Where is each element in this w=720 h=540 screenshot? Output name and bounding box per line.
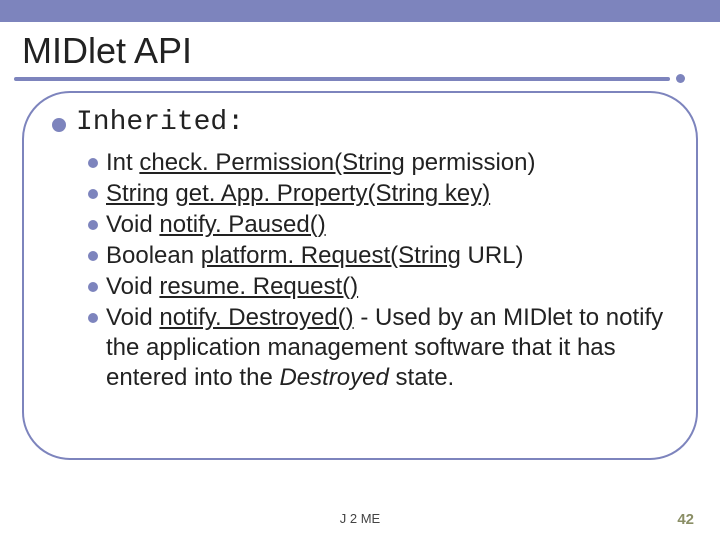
list-item-text: Void notify. Paused() — [106, 210, 326, 240]
list-item: Int check. Permission(String permission) — [88, 148, 668, 178]
list-item: Boolean platform. Request(String URL) — [88, 241, 668, 271]
list-item-text: Void resume. Request() — [106, 272, 358, 302]
method-list: Int check. Permission(String permission)… — [88, 148, 668, 393]
slide-title: MIDlet API — [0, 22, 720, 74]
list-item-text: String get. App. Property(String key) — [106, 179, 490, 209]
bullet-icon — [88, 251, 98, 261]
bullet-icon — [88, 220, 98, 230]
list-item-text: Boolean platform. Request(String URL) — [106, 241, 524, 271]
bullet-icon — [88, 313, 98, 323]
list-item-text: Void notify. Destroyed() - Used by an MI… — [106, 303, 668, 393]
slide: MIDlet API Inherited: Int check. Permiss… — [0, 0, 720, 540]
bullet-icon — [88, 282, 98, 292]
list-item: Void resume. Request() — [88, 272, 668, 302]
rule-dot — [676, 74, 685, 83]
content-frame: Inherited: Int check. Permission(String … — [22, 91, 698, 460]
list-item: Void notify. Destroyed() - Used by an MI… — [88, 303, 668, 393]
bullet-icon — [88, 158, 98, 168]
section-heading: Inherited: — [76, 107, 244, 138]
rule-line — [14, 77, 670, 81]
bullet-icon — [88, 189, 98, 199]
footer-label: J 2 ME — [0, 511, 720, 526]
page-number: 42 — [677, 511, 694, 528]
section-heading-row: Inherited: — [52, 107, 668, 138]
list-item: Void notify. Paused() — [88, 210, 668, 240]
list-item: String get. App. Property(String key) — [88, 179, 668, 209]
bullet-icon — [52, 118, 66, 132]
list-item-text: Int check. Permission(String permission) — [106, 148, 535, 178]
title-rule — [0, 74, 720, 83]
top-accent-band — [0, 0, 720, 22]
